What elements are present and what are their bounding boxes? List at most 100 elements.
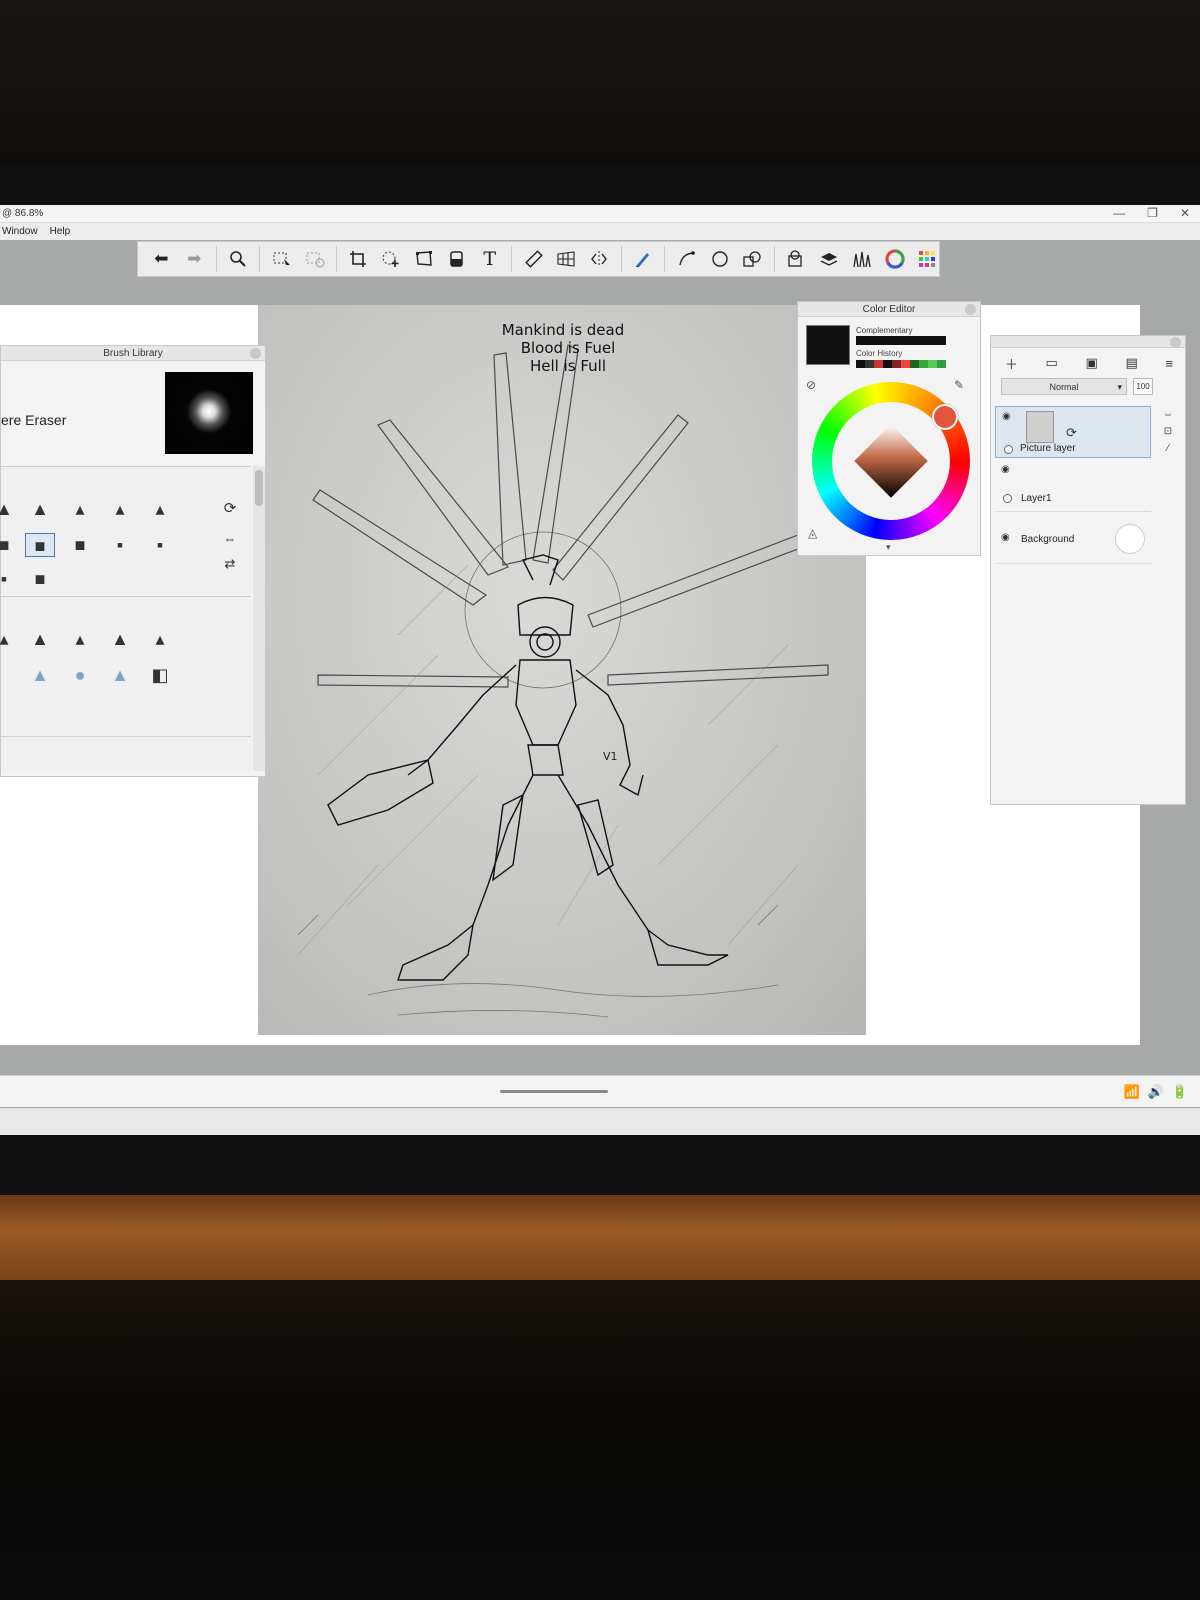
- pencil-icon[interactable]: ▴: [69, 497, 91, 521]
- eye-icon[interactable]: ◉: [1001, 464, 1010, 475]
- wifi-icon[interactable]: 📶: [1123, 1084, 1139, 1100]
- merge-layer-icon[interactable]: ▤: [1126, 355, 1138, 371]
- history-swatch[interactable]: [874, 360, 883, 368]
- layer-radio[interactable]: [1003, 494, 1012, 503]
- brush-icon[interactable]: ■: [0, 533, 15, 557]
- layer-picture[interactable]: ◉ ⟳ Picture layer: [995, 406, 1151, 458]
- brush-icon[interactable]: ▲: [109, 627, 131, 651]
- layer-move-icon[interactable]: ⇔: [1157, 406, 1179, 423]
- history-swatch[interactable]: [928, 360, 937, 368]
- panel-close-icon[interactable]: [1170, 337, 1181, 348]
- current-color-swatch[interactable]: [806, 325, 850, 365]
- perspective-icon[interactable]: [555, 247, 578, 271]
- history-swatch[interactable]: [910, 360, 919, 368]
- marker-icon[interactable]: ▴: [149, 497, 171, 521]
- blender-icon[interactable]: ▲: [29, 663, 51, 687]
- color-editor-icon[interactable]: [883, 247, 906, 271]
- background-color-swatch[interactable]: [1115, 524, 1145, 554]
- eraser-icon[interactable]: ■: [69, 533, 91, 557]
- panel-close-icon[interactable]: [965, 304, 976, 315]
- brush-icon[interactable]: ▲: [0, 497, 15, 521]
- ruler-icon[interactable]: [522, 247, 545, 271]
- brush-scrollbar[interactable]: [253, 466, 265, 771]
- panel-close-icon[interactable]: [250, 348, 261, 359]
- menu-window[interactable]: Window: [2, 226, 38, 237]
- shape-icon[interactable]: [741, 247, 764, 271]
- brush-icon[interactable]: ▴: [149, 627, 171, 651]
- layer-radio[interactable]: [1004, 445, 1013, 454]
- volume-icon[interactable]: 🔊: [1148, 1084, 1164, 1100]
- history-swatch[interactable]: [901, 360, 910, 368]
- brush-size-icon[interactable]: ⇔: [219, 527, 241, 551]
- drawing-canvas[interactable]: V1 Mankind is dead Blood is Fuel Hell is…: [258, 305, 866, 1035]
- ellipse-icon[interactable]: [708, 247, 731, 271]
- eyedropper-icon[interactable]: ✎: [954, 378, 964, 392]
- airbrush-icon[interactable]: ▲: [29, 497, 51, 521]
- color-wheel[interactable]: [812, 382, 970, 540]
- brush-icon[interactable]: ■: [29, 567, 51, 591]
- hue-handle[interactable]: [932, 404, 958, 430]
- redo-icon[interactable]: ➡: [183, 247, 206, 271]
- undo-icon[interactable]: ⬅: [150, 247, 173, 271]
- history-swatch[interactable]: [919, 360, 928, 368]
- eraser-brush-icon[interactable]: ■: [25, 533, 55, 557]
- transform-icon[interactable]: [380, 247, 403, 271]
- fill-icon[interactable]: [445, 247, 468, 271]
- layer-transform-icon[interactable]: ⊡: [1157, 423, 1179, 440]
- color-mode-icon[interactable]: ◬: [808, 526, 817, 540]
- history-swatch[interactable]: [883, 360, 892, 368]
- brush-icon[interactable]: ▪: [0, 567, 15, 591]
- layers-icon[interactable]: [818, 247, 841, 271]
- symmetry-icon[interactable]: [588, 247, 611, 271]
- minimize-button[interactable]: —: [1113, 206, 1125, 220]
- select-icon[interactable]: [270, 247, 293, 271]
- eye-icon[interactable]: ◉: [1002, 411, 1011, 422]
- color-history-strip[interactable]: [856, 360, 946, 368]
- blend-mode-select[interactable]: Normal ▾: [1001, 378, 1127, 395]
- layer-clear-icon[interactable]: ⁄: [1157, 440, 1179, 457]
- curve-icon[interactable]: [675, 247, 698, 271]
- history-swatch[interactable]: [856, 360, 865, 368]
- add-group-icon[interactable]: ▭: [1046, 355, 1058, 371]
- pen-icon[interactable]: [632, 247, 655, 271]
- crop-icon[interactable]: [347, 247, 370, 271]
- brushes-icon[interactable]: [850, 247, 873, 271]
- scroll-thumb[interactable]: [255, 470, 263, 506]
- distort-icon[interactable]: [413, 247, 436, 271]
- brush-icon[interactable]: ▲: [29, 627, 51, 651]
- history-swatch[interactable]: [865, 360, 874, 368]
- eraser-icon[interactable]: ▪: [149, 533, 171, 557]
- no-color-icon[interactable]: ⊘: [806, 378, 816, 392]
- gradient-icon[interactable]: ◧: [149, 663, 171, 687]
- copic-icon[interactable]: [785, 247, 808, 271]
- layer-menu-icon[interactable]: ≡: [1166, 356, 1174, 371]
- saturation-value-picker[interactable]: [854, 424, 928, 498]
- blur-icon[interactable]: ▲: [109, 663, 131, 687]
- layer-1[interactable]: ◉ Layer1: [995, 460, 1151, 512]
- history-swatch[interactable]: [937, 360, 946, 368]
- pen-brush-icon[interactable]: ▴: [109, 497, 131, 521]
- brush-icon[interactable]: ▴: [69, 627, 91, 651]
- smudge-icon[interactable]: ●: [69, 663, 91, 687]
- expand-chevron-icon[interactable]: ▾: [886, 542, 891, 553]
- opacity-field[interactable]: 100: [1133, 378, 1153, 395]
- eraser-icon[interactable]: ▪: [109, 533, 131, 557]
- reset-brush-icon[interactable]: ⟳: [219, 497, 241, 521]
- brush-swap-icon[interactable]: ⇄: [219, 552, 241, 576]
- close-button[interactable]: ✕: [1180, 206, 1190, 220]
- home-indicator[interactable]: [500, 1090, 608, 1093]
- sync-icon[interactable]: ⟳: [1066, 425, 1077, 441]
- brush-icon[interactable]: ▴: [0, 627, 15, 651]
- layer-background[interactable]: ◉ Background: [995, 514, 1151, 564]
- add-layer-icon[interactable]: ＋: [1005, 354, 1018, 373]
- eye-icon[interactable]: ◉: [1001, 532, 1010, 543]
- menu-help[interactable]: Help: [50, 226, 71, 237]
- color-puck-icon[interactable]: [916, 247, 939, 271]
- history-swatch[interactable]: [892, 360, 901, 368]
- battery-icon[interactable]: 🔋: [1172, 1084, 1188, 1100]
- maximize-button[interactable]: ❐: [1147, 206, 1158, 220]
- deselect-icon[interactable]: [303, 247, 326, 271]
- zoom-icon[interactable]: [227, 247, 250, 271]
- complementary-bar[interactable]: [856, 336, 946, 345]
- text-icon[interactable]: T: [478, 247, 501, 271]
